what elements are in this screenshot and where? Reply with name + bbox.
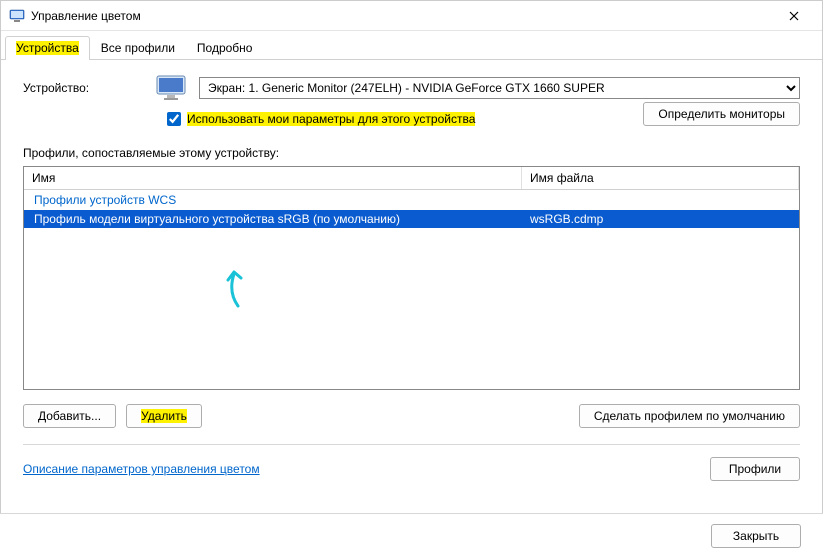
profile-name: Профиль модели виртуального устройства s… bbox=[24, 212, 522, 226]
footer-row: Описание параметров управления цветом Пр… bbox=[23, 457, 800, 481]
device-row: Устройство: Экран: 1. Generic Monitor (2… bbox=[23, 74, 800, 102]
close-icon[interactable] bbox=[774, 1, 814, 31]
device-label: Устройство: bbox=[23, 81, 143, 95]
divider bbox=[23, 444, 800, 445]
remove-button[interactable]: Удалить bbox=[126, 404, 202, 428]
profile-row[interactable]: Профиль модели виртуального устройства s… bbox=[24, 210, 799, 228]
profiles-button[interactable]: Профили bbox=[710, 457, 800, 481]
close-button[interactable]: Закрыть bbox=[711, 524, 801, 548]
tab-details[interactable]: Подробно bbox=[186, 36, 264, 60]
profiles-table-header: Имя Имя файла bbox=[24, 167, 799, 190]
add-button[interactable]: Добавить... bbox=[23, 404, 116, 428]
tab-devices[interactable]: Устройства bbox=[5, 36, 90, 60]
tab-all-profiles[interactable]: Все профили bbox=[90, 36, 186, 60]
profile-buttons-row: Добавить... Удалить Сделать профилем по … bbox=[23, 404, 800, 428]
profile-file: wsRGB.cdmp bbox=[522, 212, 799, 226]
use-my-settings-checkbox[interactable] bbox=[167, 112, 181, 126]
bottom-bar: Закрыть bbox=[0, 513, 823, 558]
profiles-section-label: Профили, сопоставляемые этому устройству… bbox=[23, 146, 800, 160]
col-header-name[interactable]: Имя bbox=[24, 167, 522, 189]
description-link[interactable]: Описание параметров управления цветом bbox=[23, 462, 260, 476]
use-my-settings-label: Использовать мои параметры для этого уст… bbox=[187, 112, 475, 126]
profile-group-wcs[interactable]: Профили устройств WCS bbox=[24, 190, 799, 210]
device-select[interactable]: Экран: 1. Generic Monitor (247ELH) - NVI… bbox=[199, 77, 800, 99]
monitor-icon bbox=[155, 74, 187, 102]
app-icon bbox=[9, 8, 25, 24]
identify-monitors-button[interactable]: Определить мониторы bbox=[643, 102, 800, 126]
window-title: Управление цветом bbox=[31, 9, 774, 23]
tab-bar: Устройства Все профили Подробно bbox=[1, 31, 822, 60]
profiles-table-body: Профили устройств WCS Профиль модели вир… bbox=[24, 190, 799, 389]
set-default-button[interactable]: Сделать профилем по умолчанию bbox=[579, 404, 800, 428]
titlebar: Управление цветом bbox=[1, 1, 822, 31]
profiles-table: Имя Имя файла Профили устройств WCS Проф… bbox=[23, 166, 800, 390]
content-pane: Устройство: Экран: 1. Generic Monitor (2… bbox=[1, 60, 822, 491]
col-header-file[interactable]: Имя файла bbox=[522, 167, 799, 189]
